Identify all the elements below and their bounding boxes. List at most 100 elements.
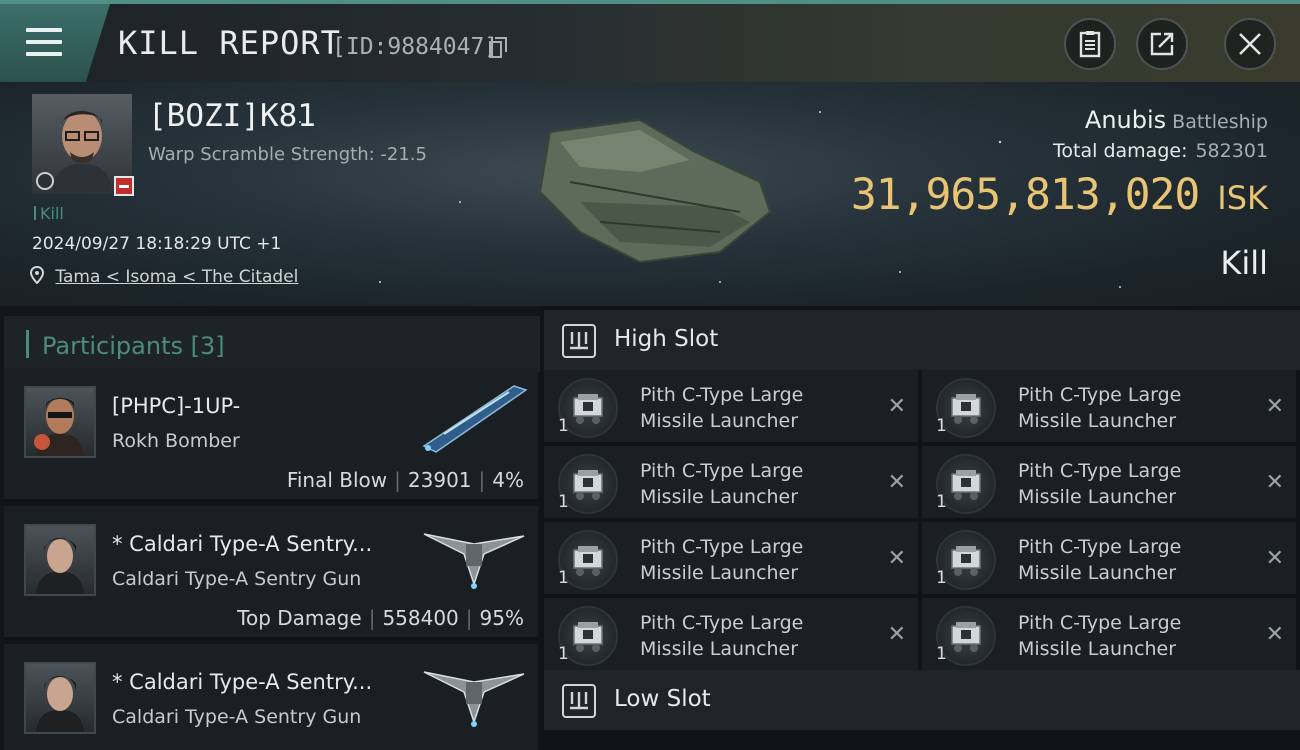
participant-ship-image[interactable] [414,376,534,456]
participant-name[interactable]: [PHPC]-1UP- [112,394,240,418]
remove-icon[interactable]: ✕ [1266,470,1284,495]
remove-icon[interactable]: ✕ [1266,546,1284,571]
participant-card[interactable]: * Caldari Type-A Sentry... Caldari Type-… [4,506,538,640]
victim-ship[interactable]: Anubis Battleship [1085,106,1268,134]
top-bar: KILL REPORT [ID:9884047] [0,0,1300,82]
participant-stats: Top Damage | 558400 | 95% [237,606,524,630]
total-damage: Total damage: 582301 [1053,140,1268,162]
module-quantity: 1 [558,644,569,664]
participant-percent: 95% [479,606,524,630]
remove-icon[interactable]: ✕ [888,622,906,647]
participant-name[interactable]: * Caldari Type-A Sentry... [112,532,372,556]
corporation-icon [36,172,54,190]
participant-damage: 23901 [407,468,472,492]
fitting-panel: High Slot 1 Pith C-Type Large Missile Laun… [540,306,1300,750]
participant-stats: Final Blow | 23901 | 4% [286,468,524,492]
share-icon [1150,32,1174,56]
module-name: Pith C-Type Large Missile Launcher [1018,458,1238,510]
participant-ship: Caldari Type-A Sentry Gun [112,706,362,728]
isk-amount: 31,965,813,020 [850,170,1200,220]
warp-scramble-strength: Warp Scramble Strength: -21.5 [148,144,427,165]
module-quantity: 1 [558,568,569,588]
participant-card[interactable]: * Caldari Type-A Sentry... Caldari Type-… [4,644,538,750]
module-name-line1: Pith C-Type Large [640,384,804,406]
result-label: Kill [1220,244,1268,282]
participant-role: Final Blow [286,468,388,492]
kill-location[interactable]: Tama < Isoma < The Citadel [29,265,298,287]
menu-button[interactable] [0,4,110,82]
module-name-line1: Pith C-Type Large [640,612,804,634]
module-name-line1: Pith C-Type Large [1018,460,1182,482]
module-name-line2: Missile Launcher [640,410,799,432]
module-quantity: 1 [558,492,569,512]
kill-tag: Kill [34,204,64,223]
clipboard-button[interactable] [1064,18,1116,70]
module-name: Pith C-Type Large Missile Launcher [640,382,860,434]
participant-avatar[interactable] [24,386,96,458]
participants-panel: Participants [3] [PHPC]-1UP- Rokh Bomber… [0,306,540,750]
module-slot[interactable]: 1 Pith C-Type Large Missile Launcher ✕ [922,446,1296,518]
location-pin-icon [29,265,45,285]
module-name-line2: Missile Launcher [640,638,799,660]
module-slot[interactable]: 1 Pith C-Type Large Missile Launcher ✕ [544,370,918,442]
module-name-line2: Missile Launcher [1018,410,1177,432]
close-icon [1239,33,1261,55]
low-slot-title: Low Slot [614,686,711,712]
module-slot[interactable]: 1 Pith C-Type Large Missile Launcher ✕ [922,598,1296,670]
high-slot-header: High Slot [544,310,1300,370]
remove-icon[interactable]: ✕ [888,546,906,571]
module-name: Pith C-Type Large Missile Launcher [640,534,860,586]
remove-icon[interactable]: ✕ [888,470,906,495]
module-quantity: 1 [936,492,947,512]
page-title: KILL REPORT [118,24,341,62]
participant-ship-image[interactable] [414,652,534,732]
copy-icon[interactable] [489,37,507,59]
participant-ship-image[interactable] [414,514,534,594]
module-name: Pith C-Type Large Missile Launcher [640,458,860,510]
participant-damage: 558400 [382,606,459,630]
module-name-line1: Pith C-Type Large [1018,612,1182,634]
module-name-line2: Missile Launcher [640,486,799,508]
remove-icon[interactable]: ✕ [888,394,906,419]
participant-name[interactable]: * Caldari Type-A Sentry... [112,670,372,694]
isk-unit: ISK [1217,179,1268,217]
module-name-line1: Pith C-Type Large [1018,536,1182,558]
module-name: Pith C-Type Large Missile Launcher [1018,382,1238,434]
module-quantity: 1 [936,644,947,664]
module-quantity: 1 [558,416,569,436]
module-slot[interactable]: 1 Pith C-Type Large Missile Launcher ✕ [544,522,918,594]
close-button[interactable] [1224,18,1276,70]
module-name: Pith C-Type Large Missile Launcher [640,610,860,662]
participant-card[interactable]: [PHPC]-1UP- Rokh Bomber Final Blow | 23901… [4,368,538,502]
victim-ship-image[interactable] [520,112,790,272]
participant-avatar[interactable] [24,662,96,734]
remove-icon[interactable]: ✕ [1266,622,1284,647]
module-slot[interactable]: 1 Pith C-Type Large Missile Launcher ✕ [922,522,1296,594]
kill-id: [ID:9884047] [332,34,499,60]
module-name-line2: Missile Launcher [1018,638,1177,660]
location-link[interactable]: Tama < Isoma < The Citadel [55,267,298,287]
total-damage-label: Total damage: [1053,140,1188,162]
module-name-line2: Missile Launcher [1018,562,1177,584]
menu-icon [26,28,62,56]
module-quantity: 1 [936,416,947,436]
clipboard-icon [1079,31,1101,58]
participants-title: Participants [3] [42,332,225,360]
module-slot[interactable]: 1 Pith C-Type Large Missile Launcher ✕ [544,598,918,670]
total-damage-value: 582301 [1195,140,1268,162]
participant-percent: 4% [492,468,524,492]
isk-value: 31,965,813,020 ISK [851,170,1268,220]
low-slot-icon [562,684,596,718]
victim-name[interactable]: [BOZI]K81 [148,98,316,134]
module-quantity: 1 [936,568,947,588]
module-name: Pith C-Type Large Missile Launcher [1018,534,1238,586]
module-name-line2: Missile Launcher [640,562,799,584]
share-button[interactable] [1136,18,1188,70]
low-slot-header: Low Slot [544,670,1300,730]
participants-header: Participants [3] [4,316,540,372]
remove-icon[interactable]: ✕ [1266,394,1284,419]
module-slot[interactable]: 1 Pith C-Type Large Missile Launcher ✕ [922,370,1296,442]
participant-avatar[interactable] [24,524,96,596]
module-slot[interactable]: 1 Pith C-Type Large Missile Launcher ✕ [544,446,918,518]
kill-datetime: 2024/09/27 18:18:29 UTC +1 [32,234,282,254]
